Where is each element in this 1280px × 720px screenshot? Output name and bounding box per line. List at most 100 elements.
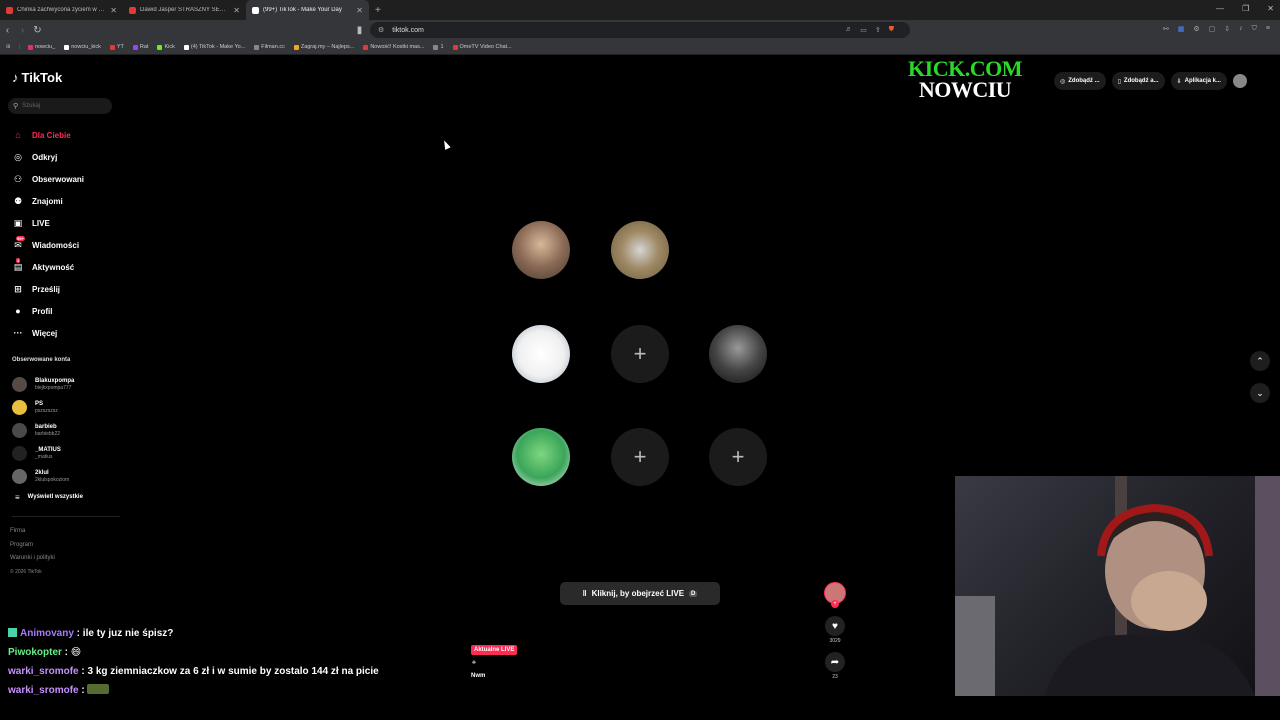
address-bar[interactable]: ⚙ tiktok.com ♬ ▭ ⇪ ⛊ bbox=[370, 22, 910, 38]
bookmark-item[interactable]: Zagraj.my – Najleps... bbox=[293, 44, 354, 50]
browser-tab[interactable]: Dawid Jasper STRASZNY SEN - MAFI ✕ bbox=[123, 0, 246, 20]
empty-slot[interactable]: + bbox=[709, 428, 767, 486]
scroll-up-button[interactable]: ⌃ bbox=[1250, 351, 1270, 371]
search-input[interactable]: ⚲ Szukaj bbox=[8, 98, 112, 114]
live-user-icon: ♣ bbox=[472, 660, 476, 666]
reload-icon[interactable]: ↻ bbox=[30, 25, 45, 36]
vpn-icon[interactable]: ⛉ bbox=[1252, 25, 1257, 33]
bookmark-item[interactable]: Nowość! Kostki mas... bbox=[363, 44, 424, 50]
empty-slot[interactable]: + bbox=[611, 325, 669, 383]
restore-icon[interactable]: ❐ bbox=[1242, 4, 1249, 13]
live-tag[interactable]: Aktualne LIVE bbox=[471, 645, 518, 655]
bookmark-label: nowciu_ bbox=[35, 44, 56, 50]
tab-favicon-icon bbox=[6, 6, 13, 14]
bookmark-item[interactable]: Kick bbox=[157, 44, 175, 50]
nav-item[interactable]: ··· Więcej bbox=[12, 322, 84, 344]
browser-tab[interactable]: (99+) TikTok - Make Your Day ✕ bbox=[246, 0, 369, 20]
live-icon: ▣ bbox=[13, 217, 23, 228]
close-tab-icon[interactable]: ✕ bbox=[233, 6, 240, 15]
follow-plus-icon[interactable]: + bbox=[831, 600, 839, 608]
chat-username[interactable]: Animovany bbox=[20, 628, 74, 639]
like-count: 3029 bbox=[829, 638, 841, 644]
nav-item[interactable]: ▣ LIVE bbox=[12, 212, 84, 234]
footer-link-program[interactable]: Program bbox=[10, 539, 55, 553]
share-button[interactable]: ➦ bbox=[825, 652, 845, 672]
following-account[interactable]: PS pszszszsz bbox=[12, 396, 83, 419]
like-button[interactable]: ♥ bbox=[825, 616, 845, 636]
nav-label: Dla Ciebie bbox=[32, 130, 71, 140]
show-all-button[interactable]: ≡ Wyświetl wszystkie bbox=[15, 488, 83, 506]
following-account[interactable]: barbieb barbiebb22 bbox=[12, 419, 83, 442]
top-actions: ◎ Zdobądź ... ▯ Zdobądź a... ⇩ Aplikacja… bbox=[1054, 72, 1247, 90]
live-avatar[interactable] bbox=[512, 325, 570, 383]
mute-icon[interactable]: ♬ bbox=[845, 26, 852, 34]
bookmark-icon[interactable]: ▮ bbox=[352, 25, 367, 36]
chat-username[interactable]: warki_sromofe bbox=[8, 685, 79, 696]
sidebar-toggle-icon[interactable]: ▢ bbox=[1209, 25, 1216, 33]
bars-icon: ǁ bbox=[582, 589, 587, 598]
download-icon[interactable]: ⇩ bbox=[1224, 25, 1230, 33]
live-avatar[interactable] bbox=[512, 221, 570, 279]
brave-shield-icon[interactable]: ⛊ bbox=[889, 26, 894, 34]
tiktok-logo[interactable]: ♪ TikTok bbox=[12, 70, 62, 85]
watch-live-button[interactable]: ǁ Kliknij, by obejrzeć LIVE D bbox=[560, 582, 720, 605]
empty-slot[interactable]: + bbox=[611, 428, 669, 486]
minimize-icon[interactable]: — bbox=[1216, 4, 1224, 13]
footer-link-company[interactable]: Firma bbox=[10, 525, 55, 539]
close-tab-icon[interactable]: ✕ bbox=[110, 6, 117, 15]
site-info-icon[interactable]: ⚙ bbox=[378, 26, 384, 34]
live-name[interactable]: Nwm bbox=[471, 673, 485, 679]
chat-text: 😄 bbox=[70, 647, 82, 658]
webcam-image bbox=[955, 476, 1280, 696]
following-account[interactable]: 2klul 2klulspokoziom bbox=[12, 465, 83, 488]
live-avatar[interactable] bbox=[709, 325, 767, 383]
bookmark-item[interactable]: Filman.cc bbox=[254, 44, 285, 50]
nav-item[interactable]: ⊞ Prześlij bbox=[12, 278, 84, 300]
chat-text: 3 kg ziemniaczkow za 6 zł i w sumie by z… bbox=[87, 666, 379, 677]
bookmark-item[interactable]: nowciu_ bbox=[28, 44, 55, 50]
bookmark-item[interactable]: nowciu_kick bbox=[64, 44, 101, 50]
get-coins-button[interactable]: ◎ Zdobądź ... bbox=[1054, 72, 1106, 90]
live-avatar[interactable] bbox=[512, 428, 570, 486]
nav-item[interactable]: ● Profil bbox=[12, 300, 84, 322]
nav-label: Profil bbox=[32, 306, 53, 316]
chat-username[interactable]: warki_sromofe bbox=[8, 666, 79, 677]
browser-tab[interactable]: Chinka zachwycona życiem w Polsce✕ bbox=[0, 0, 123, 20]
desktop-app-button[interactable]: ⇩ Aplikacja k... bbox=[1170, 72, 1227, 90]
nav-item[interactable]: ▤ 1 Aktywność bbox=[12, 256, 84, 278]
media-icon[interactable]: ♪ bbox=[1239, 25, 1243, 33]
back-icon[interactable]: ‹ bbox=[0, 25, 15, 36]
share-icon[interactable]: ⇪ bbox=[875, 26, 881, 34]
extension-icon[interactable]: ⚙ bbox=[1193, 25, 1199, 33]
close-tab-icon[interactable]: ✕ bbox=[356, 6, 363, 15]
nav-item[interactable]: ⚇ Obserwowani bbox=[12, 168, 84, 190]
user-avatar[interactable] bbox=[1232, 74, 1247, 88]
tab-favicon-icon bbox=[252, 6, 259, 14]
bookmark-item[interactable]: 1 bbox=[433, 44, 444, 50]
menu-icon[interactable]: ≡ bbox=[1266, 25, 1270, 33]
following-account[interactable]: _MATIUS _matius bbox=[12, 442, 83, 465]
forward-icon[interactable]: › bbox=[15, 25, 30, 36]
cast-icon[interactable]: ▭ bbox=[860, 26, 867, 34]
nav-item[interactable]: ✉ 99+ Wiadomości bbox=[12, 234, 84, 256]
account-handle: _matius bbox=[35, 454, 53, 460]
apps-icon[interactable]: ⊞ bbox=[6, 44, 11, 50]
scroll-down-button[interactable]: ⌄ bbox=[1250, 383, 1270, 403]
extension-icon[interactable]: ⚯ bbox=[1163, 25, 1169, 33]
close-window-icon[interactable]: ✕ bbox=[1267, 4, 1274, 13]
bookmark-item[interactable]: OmeTV Video Chat... bbox=[452, 44, 512, 50]
bookmark-item[interactable]: Rat bbox=[132, 44, 148, 50]
more-icon: ··· bbox=[13, 328, 23, 338]
chat-username[interactable]: Piwokopter bbox=[8, 647, 62, 658]
following-account[interactable]: Blakuxpompa blejkxpompa777 bbox=[12, 373, 83, 396]
bookmark-item[interactable]: (4) TikTok - Make Yo... bbox=[183, 44, 245, 50]
nav-item[interactable]: ⌂ Dla Ciebie bbox=[12, 124, 84, 146]
new-tab-button[interactable]: + bbox=[369, 5, 387, 16]
live-avatar[interactable] bbox=[611, 221, 669, 279]
nav-item[interactable]: ◎ Odkryj bbox=[12, 146, 84, 168]
footer-link-terms[interactable]: Warunki i polityki bbox=[10, 552, 55, 566]
bookmark-item[interactable]: YT bbox=[109, 44, 124, 50]
nav-item[interactable]: ⚉ Znajomi bbox=[12, 190, 84, 212]
get-app-button[interactable]: ▯ Zdobądź a... bbox=[1111, 72, 1165, 90]
extension-icon[interactable]: ▦ bbox=[1178, 25, 1185, 33]
